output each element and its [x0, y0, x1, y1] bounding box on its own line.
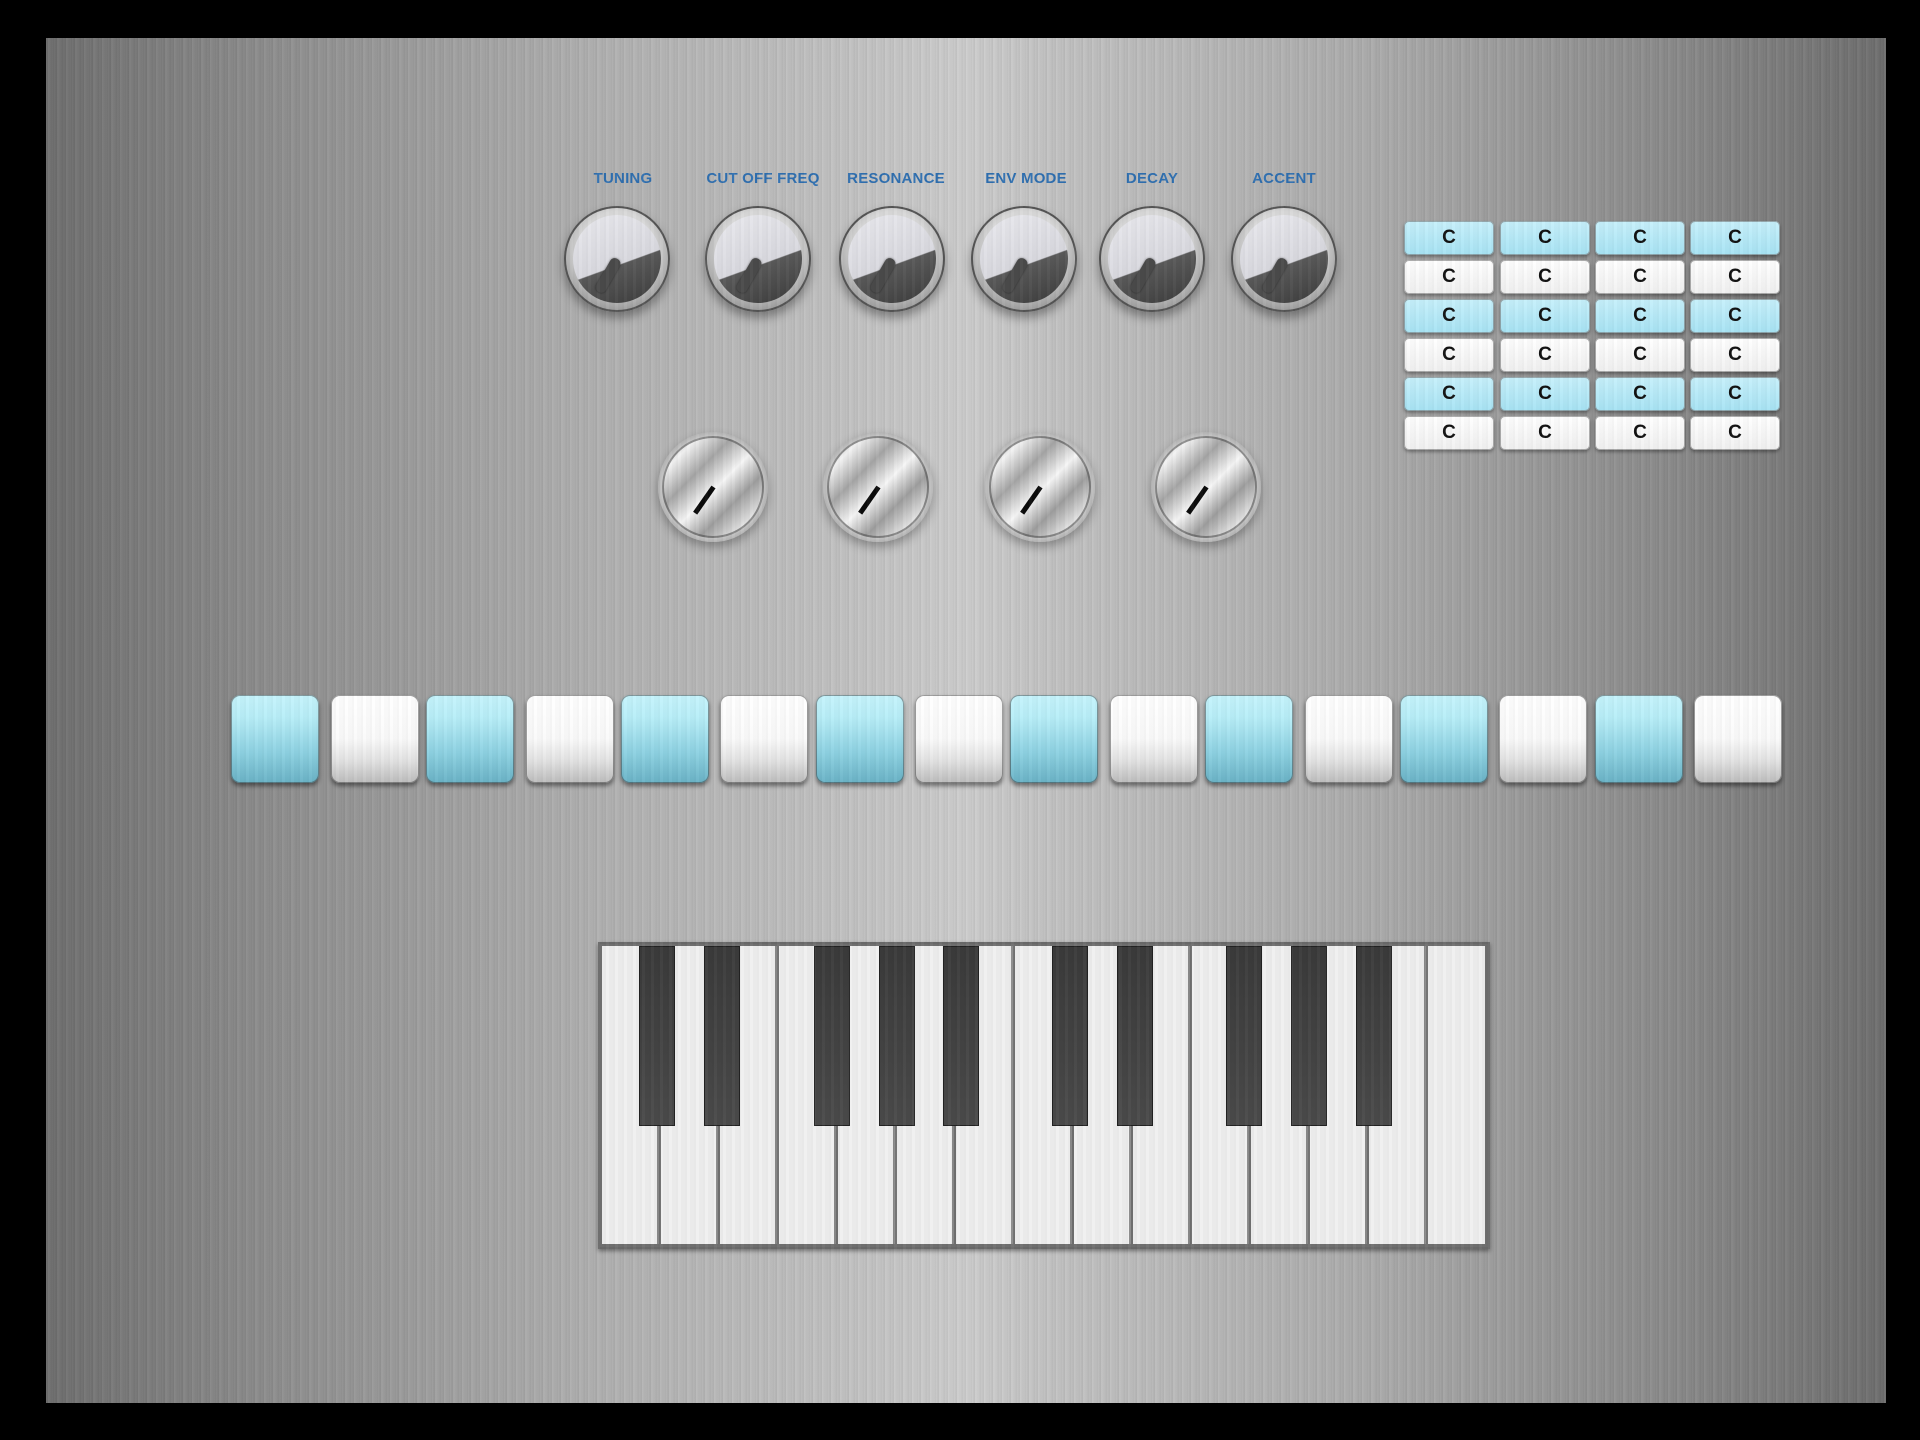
knob-face — [1240, 215, 1328, 303]
knob-face — [573, 215, 661, 303]
knob-label-decay: DECAY — [1125, 170, 1179, 187]
step-pad-7[interactable] — [816, 695, 904, 783]
note-cell[interactable]: C — [1500, 416, 1590, 450]
note-cell[interactable]: C — [1500, 338, 1590, 372]
black-key[interactable] — [1052, 946, 1088, 1126]
note-cell[interactable]: C — [1500, 260, 1590, 294]
note-cell[interactable]: C — [1595, 377, 1685, 411]
step-pad-3[interactable] — [426, 695, 514, 783]
silver-knob-face — [662, 436, 764, 538]
note-cell[interactable]: C — [1404, 377, 1494, 411]
silver-knob-3[interactable] — [985, 432, 1095, 542]
knob-label-accent: ACCENT — [1252, 170, 1316, 187]
knob-pointer — [868, 256, 898, 295]
black-key[interactable] — [639, 946, 675, 1126]
note-cell[interactable]: C — [1595, 299, 1685, 333]
knob-label-cutoff: CUT OFF FREQ — [706, 170, 820, 187]
tuning-knob[interactable] — [564, 206, 670, 312]
knob-pointer — [593, 256, 623, 295]
accent-knob[interactable] — [1231, 206, 1337, 312]
knob-face — [980, 215, 1068, 303]
step-pad-2[interactable] — [331, 695, 419, 783]
note-cell[interactable]: C — [1404, 416, 1494, 450]
decay-knob[interactable] — [1099, 206, 1205, 312]
knob-face — [1108, 215, 1196, 303]
knob-pointer — [1186, 485, 1209, 515]
knob-face — [848, 215, 936, 303]
knob-label-resonance: RESONANCE — [847, 170, 945, 187]
step-pad-14[interactable] — [1499, 695, 1587, 783]
knob-pointer — [858, 485, 881, 515]
black-key[interactable] — [1356, 946, 1392, 1126]
knob-pointer — [734, 256, 764, 295]
note-cell[interactable]: C — [1404, 299, 1494, 333]
note-cell[interactable]: C — [1690, 260, 1780, 294]
silver-knob-4[interactable] — [1151, 432, 1261, 542]
knob-pointer — [693, 485, 716, 515]
step-pad-8[interactable] — [915, 695, 1003, 783]
note-cell[interactable]: C — [1595, 338, 1685, 372]
step-pad-10[interactable] — [1110, 695, 1198, 783]
step-pad-6[interactable] — [720, 695, 808, 783]
step-pad-5[interactable] — [621, 695, 709, 783]
step-pad-15[interactable] — [1595, 695, 1683, 783]
note-cell[interactable]: C — [1690, 377, 1780, 411]
note-cell[interactable]: C — [1404, 338, 1494, 372]
note-cell[interactable]: C — [1500, 299, 1590, 333]
silver-knob-1[interactable] — [658, 432, 768, 542]
knob-pointer — [1128, 256, 1158, 295]
note-cell[interactable]: C — [1690, 221, 1780, 255]
note-cell[interactable]: C — [1404, 260, 1494, 294]
note-cell[interactable]: C — [1595, 260, 1685, 294]
note-cell[interactable]: C — [1690, 416, 1780, 450]
step-pad-13[interactable] — [1400, 695, 1488, 783]
silver-knob-face — [827, 436, 929, 538]
black-key[interactable] — [1226, 946, 1262, 1126]
resonance-knob[interactable] — [839, 206, 945, 312]
black-key[interactable] — [943, 946, 979, 1126]
piano-keyboard — [598, 942, 1490, 1249]
black-key[interactable] — [1117, 946, 1153, 1126]
step-pad-11[interactable] — [1205, 695, 1293, 783]
black-key[interactable] — [1291, 946, 1327, 1126]
note-cell[interactable]: C — [1595, 221, 1685, 255]
note-cell[interactable]: C — [1690, 299, 1780, 333]
step-pad-1[interactable] — [231, 695, 319, 783]
note-cell[interactable]: C — [1500, 221, 1590, 255]
note-cell[interactable]: C — [1595, 416, 1685, 450]
env-mode-knob[interactable] — [971, 206, 1077, 312]
step-pad-12[interactable] — [1305, 695, 1393, 783]
silver-knob-2[interactable] — [823, 432, 933, 542]
step-pad-16[interactable] — [1694, 695, 1782, 783]
knob-face — [714, 215, 802, 303]
silver-knob-face — [1155, 436, 1257, 538]
silver-knob-face — [989, 436, 1091, 538]
black-key[interactable] — [704, 946, 740, 1126]
note-cell[interactable]: C — [1404, 221, 1494, 255]
knob-pointer — [1000, 256, 1030, 295]
white-key[interactable] — [1428, 946, 1485, 1244]
step-pad-9[interactable] — [1010, 695, 1098, 783]
knob-pointer — [1260, 256, 1290, 295]
step-pad-4[interactable] — [526, 695, 614, 783]
note-cell[interactable]: C — [1500, 377, 1590, 411]
knob-label-tuning: TUNING — [593, 170, 653, 187]
knob-pointer — [1020, 485, 1043, 515]
black-key[interactable] — [814, 946, 850, 1126]
device-frame: TUNING CUT OFF FREQ RESONANCE ENV MODE D… — [0, 0, 1920, 1440]
black-key[interactable] — [879, 946, 915, 1126]
cutoff-freq-knob[interactable] — [705, 206, 811, 312]
synth-panel: TUNING CUT OFF FREQ RESONANCE ENV MODE D… — [46, 38, 1886, 1403]
note-cell[interactable]: C — [1690, 338, 1780, 372]
